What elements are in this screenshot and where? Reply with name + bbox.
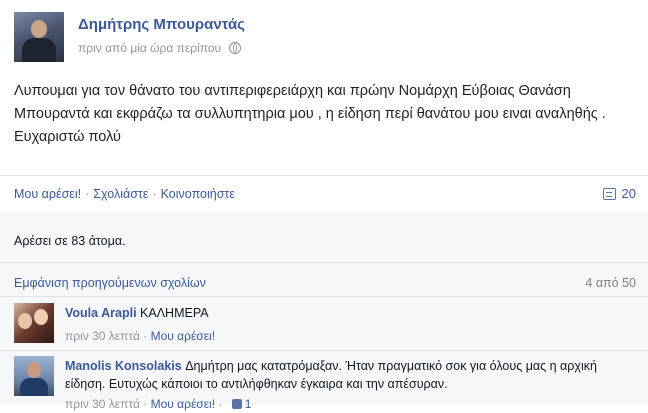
comment-like-button[interactable]: Μου αρέσει! <box>151 329 215 343</box>
thumb-icon <box>231 399 242 409</box>
author-avatar[interactable] <box>14 12 64 62</box>
divider <box>0 296 648 297</box>
post-meta: πριν από μία ώρα περίπου <box>78 41 242 55</box>
commenter-avatar[interactable] <box>14 303 54 343</box>
comment-button[interactable]: Σχολιάστε <box>93 187 148 201</box>
like-button[interactable]: Μου αρέσει! <box>14 187 81 201</box>
share-count-value: 20 <box>621 186 636 201</box>
post-actions: Μου αρέσει! · Σχολιάστε · Κοινοποιήστε <box>14 187 235 201</box>
comment-meta: πριν 30 λεπτά · Μου αρέσει! · 1 <box>65 397 252 411</box>
commenter-avatar[interactable] <box>14 356 54 396</box>
comment-text: ΚΑΛΗΜΕΡΑ <box>140 306 209 320</box>
divider <box>0 262 648 263</box>
comment-timestamp[interactable]: πριν 30 λεπτά <box>65 397 140 411</box>
divider <box>0 350 648 351</box>
share-count[interactable]: 20 <box>602 186 636 201</box>
likes-summary[interactable]: Αρέσει σε 83 άτομα. <box>14 234 126 248</box>
author-name[interactable]: Δημήτρης Μπουραντάς <box>78 16 245 33</box>
comment-timestamp[interactable]: πριν 30 λεπτά <box>65 329 140 343</box>
comment-content: Manolis Konsolakis Δημήτρη μας κατατρόμα… <box>65 357 639 413</box>
commenter-name[interactable]: Manolis Konsolakis <box>65 359 182 373</box>
commenter-name[interactable]: Voula Arapli <box>65 306 137 320</box>
post-text: Λυπουμαι για τον θάνατο του αντιπεριφερε… <box>14 83 606 145</box>
comment-like-count[interactable]: 1 <box>245 397 252 411</box>
comment-content: Voula Arapli ΚΑΛΗΜΕΡΑ πριν 30 λεπτά · Μο… <box>65 304 639 345</box>
comment-like-button[interactable]: Μου αρέσει! <box>151 397 215 411</box>
comment-counter: 4 από 50 <box>585 276 636 290</box>
share-button[interactable]: Κοινοποιήστε <box>161 187 235 201</box>
globe-icon[interactable] <box>229 42 242 54</box>
divider <box>0 175 648 176</box>
post-timestamp[interactable]: πριν από μία ώρα περίπου <box>78 41 221 55</box>
comment-meta: πριν 30 λεπτά · Μου αρέσει! <box>65 329 216 343</box>
show-previous-comments-link[interactable]: Εμφάνιση προηγούμενων σχολίων <box>14 276 206 290</box>
share-icon <box>602 188 616 200</box>
